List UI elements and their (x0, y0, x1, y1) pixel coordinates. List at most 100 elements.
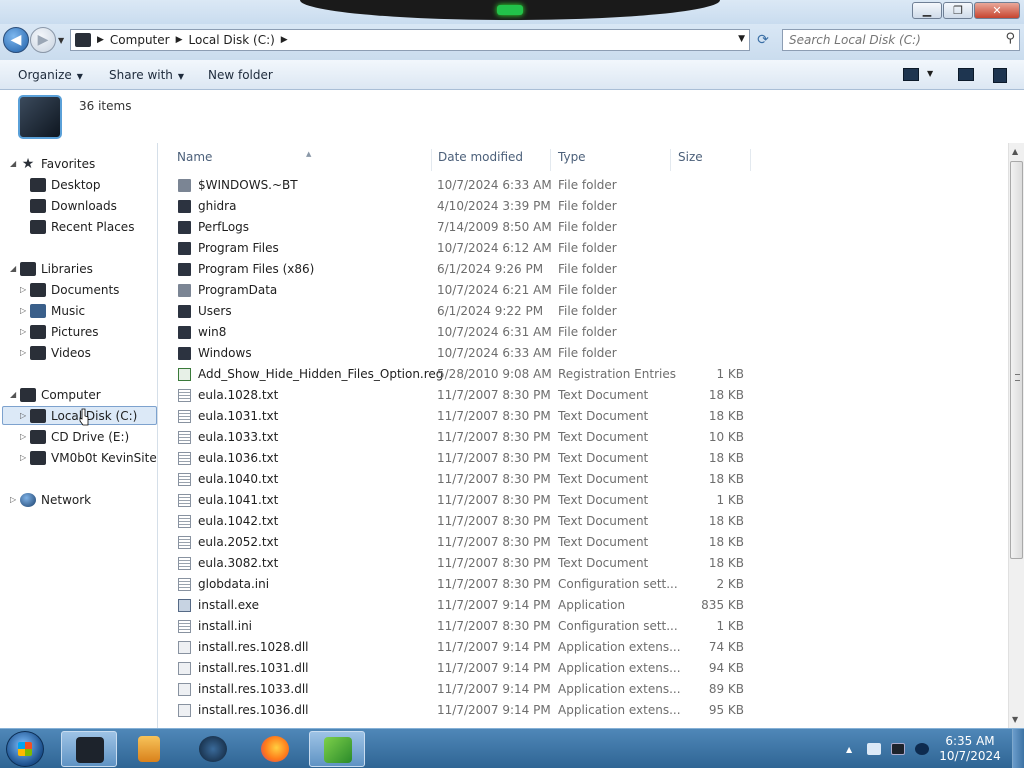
nav-music[interactable]: ▷ Music (20, 301, 85, 320)
nav-desktop[interactable]: Desktop (30, 175, 101, 194)
text-file-icon (178, 536, 191, 549)
nav-vm-site[interactable]: ▷ VM0b0t KevinSite (20, 448, 157, 467)
file-row[interactable]: install.res.1028.dll 11/7/2007 9:14 PM App… (174, 637, 754, 658)
expanded-arrow-icon[interactable]: ◢ (10, 264, 20, 273)
tray-display-icon[interactable] (891, 743, 905, 755)
collapsed-arrow-icon[interactable]: ▷ (20, 285, 30, 294)
nav-documents[interactable]: ▷ Documents (20, 280, 119, 299)
share-with-button[interactable]: Share with ▼ (109, 68, 184, 82)
file-row[interactable]: Users 6/1/2024 9:22 PM File folder (174, 301, 754, 322)
minimize-button[interactable]: ▁ (912, 2, 942, 19)
file-date: 6/1/2024 9:26 PM (437, 262, 544, 276)
taskbar-installer[interactable] (309, 731, 365, 767)
file-row[interactable]: win8 10/7/2024 6:31 AM File folder (174, 322, 754, 343)
nav-network[interactable]: ▷ Network (10, 490, 91, 509)
chevron-right-icon[interactable]: ▶ (176, 35, 183, 45)
file-row[interactable]: eula.1041.txt 11/7/2007 8:30 PM Text Docum… (174, 490, 754, 511)
taskbar-firefox[interactable] (247, 731, 303, 767)
nav-downloads[interactable]: Downloads (30, 196, 117, 215)
view-options-dropdown-icon[interactable]: ▼ (927, 69, 933, 78)
file-row[interactable]: Add_Show_Hide_Hidden_Files_Option.reg 5/2… (174, 364, 754, 385)
nav-computer[interactable]: ◢ Computer (10, 385, 101, 404)
help-icon[interactable] (993, 68, 1007, 83)
nav-cd-drive[interactable]: ▷ CD Drive (E:) (20, 427, 129, 446)
nav-videos[interactable]: ▷ Videos (20, 343, 91, 362)
file-row[interactable]: eula.1042.txt 11/7/2007 8:30 PM Text Docum… (174, 511, 754, 532)
change-view-icon[interactable] (903, 68, 919, 81)
collapsed-arrow-icon[interactable]: ▷ (20, 453, 30, 462)
show-hidden-icons-icon[interactable]: ▲ (846, 745, 852, 754)
search-input[interactable] (783, 30, 993, 50)
file-row[interactable]: install.ini 11/7/2007 8:30 PM Configuratio… (174, 616, 754, 637)
file-row[interactable]: ProgramData 10/7/2024 6:21 AM File folder (174, 280, 754, 301)
recent-pages-dropdown-icon[interactable]: ▼ (58, 36, 64, 45)
file-row[interactable]: eula.1040.txt 11/7/2007 8:30 PM Text Docum… (174, 469, 754, 490)
collapsed-arrow-icon[interactable]: ▷ (20, 306, 30, 315)
new-folder-button[interactable]: New folder (208, 68, 273, 82)
start-button[interactable] (6, 731, 44, 767)
nav-favorites[interactable]: ◢ ★ Favorites (10, 154, 95, 173)
column-header-name[interactable]: Name ▲ (169, 149, 432, 171)
refresh-button[interactable]: ⟳ (752, 29, 774, 51)
file-type: Text Document (558, 430, 649, 444)
close-button[interactable]: ✕ (974, 2, 1020, 19)
nav-pictures[interactable]: ▷ Pictures (20, 322, 99, 341)
expanded-arrow-icon[interactable]: ◢ (10, 390, 20, 399)
nav-libraries[interactable]: ◢ Libraries (10, 259, 93, 278)
tray-app-icon[interactable] (867, 743, 881, 755)
file-row[interactable]: PerfLogs 7/14/2009 8:50 AM File folder (174, 217, 754, 238)
file-row[interactable]: Windows 10/7/2024 6:33 AM File folder (174, 343, 754, 364)
search-box[interactable]: ⚲ (782, 29, 1020, 51)
file-row[interactable]: ghidra 4/10/2024 3:39 PM File folder (174, 196, 754, 217)
file-row[interactable]: $WINDOWS.~BT 10/7/2024 6:33 AM File folder (174, 175, 754, 196)
file-row[interactable]: eula.1033.txt 11/7/2007 8:30 PM Text Docum… (174, 427, 754, 448)
taskbar-explorer[interactable] (61, 731, 117, 767)
preview-pane-icon[interactable] (958, 68, 974, 81)
file-row[interactable]: eula.2052.txt 11/7/2007 8:30 PM Text Docum… (174, 532, 754, 553)
nav-recent-places[interactable]: Recent Places (30, 217, 134, 236)
column-header-date[interactable]: Date modified (430, 149, 551, 171)
address-bar[interactable]: ▶ Computer ▶ Local Disk (C:) ▶ ▼ (70, 29, 750, 51)
maximize-button[interactable]: ❐ (943, 2, 973, 19)
file-row[interactable]: Program Files 10/7/2024 6:12 AM File folde… (174, 238, 754, 259)
expanded-arrow-icon[interactable]: ◢ (10, 159, 20, 168)
network-drive-icon (30, 450, 46, 465)
file-row[interactable]: eula.1028.txt 11/7/2007 8:30 PM Text Docum… (174, 385, 754, 406)
file-row[interactable]: eula.3082.txt 11/7/2007 8:30 PM Text Docum… (174, 553, 754, 574)
chevron-right-icon[interactable]: ▶ (281, 35, 288, 45)
breadcrumb-computer[interactable]: Computer (110, 33, 170, 47)
file-type: File folder (558, 304, 617, 318)
vertical-scrollbar[interactable]: ▲ ▼ (1008, 143, 1024, 728)
column-header-size[interactable]: Size (670, 149, 751, 171)
collapsed-arrow-icon[interactable]: ▷ (10, 495, 20, 504)
chevron-right-icon[interactable]: ▶ (97, 35, 104, 45)
column-header-type[interactable]: Type (550, 149, 671, 171)
search-icon[interactable]: ⚲ (1005, 31, 1015, 46)
back-button[interactable]: ◀ (3, 27, 29, 53)
file-date: 11/7/2007 9:14 PM (437, 703, 551, 717)
file-row[interactable]: install.exe 11/7/2007 9:14 PM Application 8… (174, 595, 754, 616)
file-row[interactable]: Program Files (x86) 6/1/2024 9:26 PM File … (174, 259, 754, 280)
file-row[interactable]: globdata.ini 11/7/2007 8:30 PM Configurati… (174, 574, 754, 595)
file-row[interactable]: install.res.1031.dll 11/7/2007 9:14 PM App… (174, 658, 754, 679)
taskbar-app[interactable] (185, 731, 241, 767)
scroll-up-icon[interactable]: ▲ (1012, 147, 1018, 156)
collapsed-arrow-icon[interactable]: ▷ (20, 348, 30, 357)
show-desktop-button[interactable] (1012, 729, 1024, 768)
file-row[interactable]: eula.1036.txt 11/7/2007 8:30 PM Text Docum… (174, 448, 754, 469)
collapsed-arrow-icon[interactable]: ▷ (20, 327, 30, 336)
scroll-down-icon[interactable]: ▼ (1012, 715, 1018, 724)
taskbar-media-player[interactable] (121, 731, 177, 767)
breadcrumb-local-disk[interactable]: Local Disk (C:) (189, 33, 275, 47)
file-row[interactable]: eula.1031.txt 11/7/2007 8:30 PM Text Docum… (174, 406, 754, 427)
address-dropdown-icon[interactable]: ▼ (738, 34, 745, 44)
collapsed-arrow-icon[interactable]: ▷ (20, 411, 30, 420)
scroll-thumb[interactable] (1010, 161, 1023, 559)
tray-network-icon[interactable] (915, 743, 929, 755)
file-row[interactable]: install.res.1033.dll 11/7/2007 9:14 PM App… (174, 679, 754, 700)
forward-button[interactable]: ▶ (30, 27, 56, 53)
system-clock[interactable]: 6:35 AM 10/7/2024 (935, 734, 1005, 764)
organize-button[interactable]: Organize ▼ (18, 68, 83, 82)
file-row[interactable]: install.res.1036.dll 11/7/2007 9:14 PM App… (174, 700, 754, 721)
collapsed-arrow-icon[interactable]: ▷ (20, 432, 30, 441)
